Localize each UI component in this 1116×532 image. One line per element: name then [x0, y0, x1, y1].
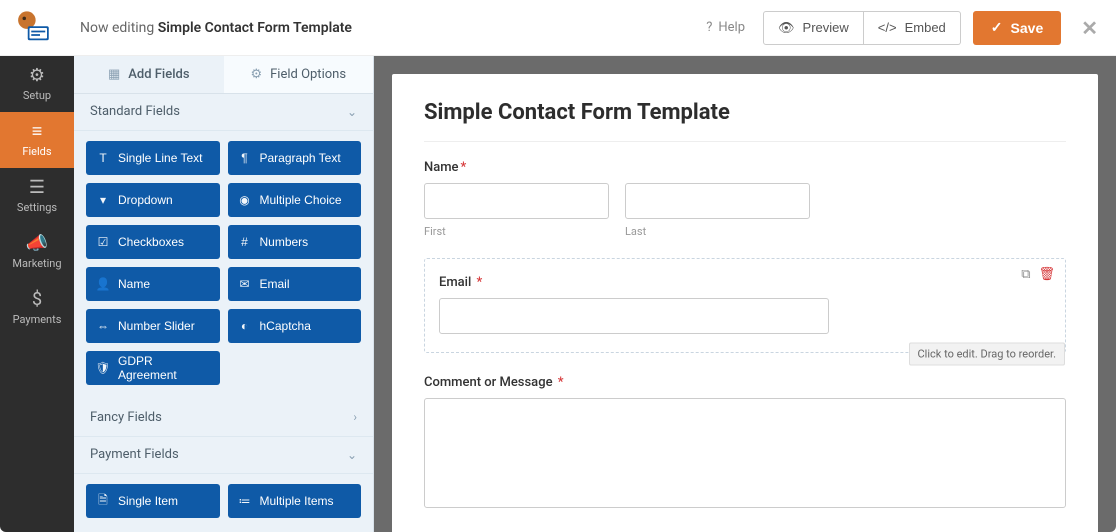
help-icon: ?	[706, 20, 712, 35]
close-button[interactable]: ✕	[1081, 16, 1098, 40]
standard-fields-grid: TSingle Line Text ¶Paragraph Text ▾Dropd…	[74, 131, 373, 399]
file-icon: 🗎	[96, 491, 110, 512]
user-icon: 👤	[96, 277, 110, 291]
fields-panel: ▦ Add Fields ⚙ Field Options Standard Fi…	[74, 56, 374, 532]
fields-icon: ≡	[32, 123, 43, 141]
list-icon: ≔	[238, 494, 252, 508]
megaphone-icon: 📣	[26, 235, 48, 253]
section-payment-fields[interactable]: Payment Fields ⌄	[74, 437, 373, 475]
nav-fields[interactable]: ≡ Fields	[0, 112, 74, 168]
captcha-icon: ◐	[238, 319, 252, 333]
form-field-comment[interactable]: Comment or Message *	[424, 375, 1066, 508]
required-asterisk: *	[558, 375, 564, 390]
field-paragraph-text[interactable]: ¶Paragraph Text	[228, 141, 362, 175]
field-single-line-text[interactable]: TSingle Line Text	[86, 141, 220, 175]
gear-icon: ⚙	[29, 67, 45, 85]
tab-add-fields[interactable]: ▦ Add Fields	[74, 56, 224, 93]
check-icon: ☑	[96, 235, 110, 249]
chevron-down-icon: ⌄	[347, 448, 357, 462]
field-multiple-choice[interactable]: ◉Multiple Choice	[228, 183, 362, 217]
first-name-input[interactable]	[424, 183, 609, 219]
email-input[interactable]	[439, 298, 829, 334]
form-field-name[interactable]: Name* First Last	[424, 160, 1066, 238]
shield-icon: 🛡	[96, 361, 110, 375]
sliders-icon: ☰	[29, 179, 45, 197]
field-email[interactable]: ✉Email	[228, 267, 362, 301]
mail-icon: ✉	[238, 277, 252, 291]
options-icon: ⚙	[250, 67, 262, 82]
field-hcaptcha[interactable]: ◐hCaptcha	[228, 309, 362, 343]
payment-fields-grid: 🗎Single Item ≔Multiple Items	[74, 474, 373, 532]
field-checkboxes[interactable]: ☑Checkboxes	[86, 225, 220, 259]
text-icon: T	[96, 151, 110, 165]
last-name-sublabel: Last	[625, 225, 810, 238]
embed-button[interactable]: </> Embed	[864, 11, 961, 45]
nav-marketing[interactable]: 📣 Marketing	[0, 224, 74, 280]
form-canvas[interactable]: Simple Contact Form Template Name* First…	[392, 74, 1098, 532]
code-icon: </>	[878, 20, 897, 35]
field-name[interactable]: 👤Name	[86, 267, 220, 301]
form-title: Simple Contact Form Template	[424, 100, 1066, 142]
comment-label: Comment or Message	[424, 375, 553, 390]
name-label: Name	[424, 160, 459, 175]
paragraph-icon: ¶	[238, 151, 252, 165]
comment-textarea[interactable]	[424, 398, 1066, 508]
slider-icon: ⇔	[96, 319, 110, 333]
chevron-right-icon: ›	[353, 410, 357, 424]
check-icon: ✓	[991, 19, 1003, 36]
dollar-icon: $	[32, 291, 42, 309]
edit-hint-tooltip: Click to edit. Drag to reorder.	[909, 343, 1065, 366]
hash-icon: #	[238, 235, 252, 249]
grid-icon: ▦	[108, 67, 120, 82]
radio-icon: ◉	[238, 193, 252, 207]
nav-payments[interactable]: $ Payments	[0, 280, 74, 336]
eye-icon: 👁	[778, 20, 795, 36]
nav-settings[interactable]: ☰ Settings	[0, 168, 74, 224]
section-fancy-fields[interactable]: Fancy Fields ›	[74, 399, 373, 437]
nav-setup[interactable]: ⚙ Setup	[0, 56, 74, 112]
field-multiple-items[interactable]: ≔Multiple Items	[228, 484, 362, 518]
required-asterisk: *	[461, 160, 467, 175]
field-gdpr-agreement[interactable]: 🛡GDPR Agreement	[86, 351, 220, 385]
form-field-email[interactable]: ⧉ 🗑 Email * Click to edit. Drag to reord…	[424, 258, 1066, 353]
duplicate-field-button[interactable]: ⧉	[1021, 267, 1030, 282]
first-name-sublabel: First	[424, 225, 609, 238]
field-single-item[interactable]: 🗎Single Item	[86, 484, 220, 518]
required-asterisk: *	[477, 275, 483, 290]
field-number-slider[interactable]: ⇔Number Slider	[86, 309, 220, 343]
save-button[interactable]: ✓ Save	[973, 11, 1061, 45]
field-dropdown[interactable]: ▾Dropdown	[86, 183, 220, 217]
field-numbers[interactable]: #Numbers	[228, 225, 362, 259]
preview-button[interactable]: 👁 Preview	[763, 11, 864, 45]
app-logo	[12, 7, 54, 49]
delete-field-button[interactable]: 🗑	[1038, 267, 1055, 282]
email-label: Email	[439, 275, 471, 290]
editing-label: Now editing Simple Contact Form Template	[80, 20, 352, 36]
left-nav: ⚙ Setup ≡ Fields ☰ Settings 📣 Marketing …	[0, 56, 74, 532]
section-standard-fields[interactable]: Standard Fields ⌄	[74, 94, 373, 132]
dropdown-icon: ▾	[96, 193, 110, 207]
chevron-down-icon: ⌄	[347, 105, 357, 119]
tab-field-options[interactable]: ⚙ Field Options	[224, 56, 374, 93]
last-name-input[interactable]	[625, 183, 810, 219]
help-link[interactable]: ? Help	[706, 20, 745, 35]
